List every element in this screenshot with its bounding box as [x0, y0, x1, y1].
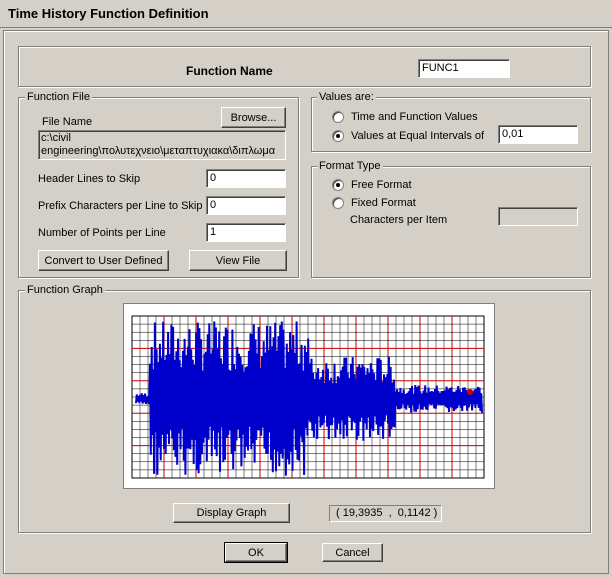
convert-to-user-defined-button[interactable]: Convert to User Defined: [38, 250, 169, 271]
display-graph-button[interactable]: Display Graph: [173, 503, 290, 523]
coordinate-readout: ( 19,3935 , 0,1142 ): [329, 505, 442, 522]
view-file-button[interactable]: View File: [189, 250, 287, 271]
fixed-format-label: Fixed Format: [351, 197, 416, 209]
title-bar: Time History Function Definition: [0, 0, 612, 28]
chars-per-item-input[interactable]: [498, 207, 578, 226]
function-graph-plot[interactable]: [124, 304, 494, 488]
function-name-input[interactable]: FUNC1: [418, 59, 510, 78]
points-per-line-label: Number of Points per Line: [38, 227, 166, 239]
function-file-legend: Function File: [25, 91, 92, 103]
values-at-equal-intervals-radio[interactable]: [332, 130, 344, 142]
ok-button[interactable]: OK: [224, 542, 288, 563]
prefix-chars-input[interactable]: 0: [206, 196, 286, 215]
file-name-label: File Name: [42, 116, 93, 128]
free-format-radio[interactable]: [332, 179, 344, 191]
window-title: Time History Function Definition: [8, 6, 209, 21]
file-path-field[interactable]: c:\civil engineering\πολυτεχνειο\μεταπτυ…: [38, 130, 286, 160]
time-and-function-values-label: Time and Function Values: [351, 111, 478, 123]
function-graph-legend: Function Graph: [25, 284, 105, 296]
header-lines-label: Header Lines to Skip: [38, 173, 141, 185]
free-format-label: Free Format: [351, 179, 412, 191]
browse-button[interactable]: Browse...: [221, 107, 286, 128]
chars-per-item-label: Characters per Item: [350, 214, 448, 226]
graph-frame: [123, 303, 495, 489]
time-and-function-values-radio[interactable]: [332, 111, 344, 123]
cursor-marker: [467, 389, 473, 395]
prefix-chars-label: Prefix Characters per Line to Skip: [38, 200, 203, 212]
points-per-line-input[interactable]: 1: [206, 223, 286, 242]
cancel-button[interactable]: Cancel: [322, 543, 383, 562]
fixed-format-radio[interactable]: [332, 197, 344, 209]
function-name-label: Function Name: [186, 64, 273, 78]
header-lines-input[interactable]: 0: [206, 169, 286, 188]
format-type-legend: Format Type: [317, 160, 383, 172]
file-path-line1: c:\civil: [41, 132, 71, 144]
values-at-equal-intervals-label: Values at Equal Intervals of: [351, 130, 485, 142]
file-path-line2: engineering\πολυτεχνειο\μεταπτυχιακα\διπ…: [41, 145, 276, 157]
values-are-legend: Values are:: [317, 91, 376, 103]
interval-input[interactable]: 0,01: [498, 125, 578, 144]
